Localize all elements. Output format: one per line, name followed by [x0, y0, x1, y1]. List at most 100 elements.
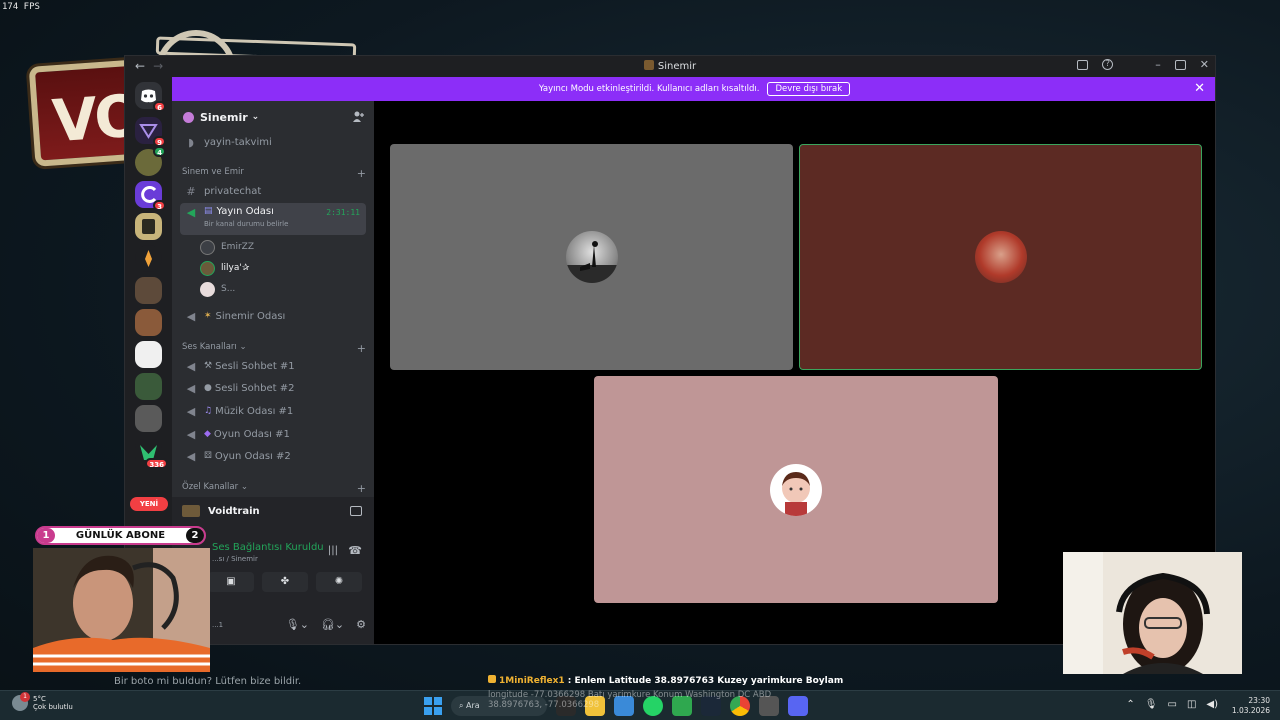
- minimize-button[interactable]: –: [1155, 58, 1161, 71]
- windows-start-icon[interactable]: [424, 697, 442, 715]
- participant-tile[interactable]: [390, 144, 793, 370]
- server-icon-8[interactable]: [135, 309, 162, 336]
- noise-suppression-icon[interactable]: |||: [328, 545, 338, 556]
- channel-status[interactable]: Bir kanal durumu belirle: [204, 220, 288, 228]
- voice-user[interactable]: lilya'✰: [200, 258, 249, 278]
- invite-people-icon[interactable]: [352, 110, 365, 123]
- user-name: S...: [221, 284, 236, 294]
- server-icon-12[interactable]: 336: [135, 439, 168, 469]
- voice-channel[interactable]: ◀︎ ⚒ Sesli Sohbet #1: [180, 356, 366, 376]
- server-icon-6[interactable]: [135, 245, 162, 272]
- new-unreads-pill[interactable]: YENİ: [130, 497, 168, 511]
- server-icon-3[interactable]: 4: [135, 146, 166, 176]
- voice-channel-path[interactable]: ...sı / Sinemir: [212, 555, 258, 563]
- server-icon-5[interactable]: [135, 213, 162, 240]
- party-icon: ✶: [204, 311, 212, 321]
- server-icon-4[interactable]: 3: [135, 181, 166, 211]
- temperature: 5°C: [33, 695, 46, 703]
- weather-widget[interactable]: 1 5°C Çok bulutlu: [12, 692, 73, 711]
- notification-badge: 3: [153, 200, 166, 211]
- game-icon: [182, 505, 200, 517]
- voice-channel[interactable]: ◀︎ ◆ Oyun Odası #1: [180, 424, 366, 444]
- bot-report-text: Bir boto mi buldun? Lütfen bize bildir.: [114, 676, 302, 687]
- channel-label: Yayın Odası: [216, 206, 274, 217]
- soundboard-button[interactable]: ✺: [316, 572, 362, 592]
- activity-game[interactable]: Voidtrain: [182, 505, 260, 517]
- system-tray: ⌃ 🎙︎ ▭ ◫ ◀︎): [1126, 699, 1218, 710]
- megaphone-icon: ◗: [188, 135, 194, 149]
- category-label: Özel Kanallar: [182, 482, 239, 492]
- server-icon-9[interactable]: [135, 341, 162, 368]
- goal-current: 1: [37, 528, 55, 543]
- close-icon[interactable]: ✕: [1194, 81, 1205, 96]
- speaker-icon: ◀︎: [186, 404, 196, 418]
- gear-icon[interactable]: ⚙: [356, 618, 366, 631]
- participant-tile-speaking[interactable]: [799, 144, 1202, 370]
- inbox-icon[interactable]: [1077, 59, 1089, 70]
- category-ozel-kanallar[interactable]: Özel Kanallar ⌄ +: [182, 482, 366, 495]
- server-icon-2[interactable]: 9: [135, 117, 166, 147]
- voice-channel-yayin-odasi[interactable]: ◀︎ ▤ Yayın Odası Bir kanal durumu belirl…: [180, 203, 366, 235]
- clock[interactable]: 23:30 1.03.2026: [1232, 696, 1270, 716]
- add-channel-icon[interactable]: +: [357, 167, 366, 180]
- channel-label: yayin-takvimi: [204, 136, 272, 148]
- avatar: [200, 239, 215, 255]
- channel-label: Sinemir Odası: [215, 310, 286, 322]
- server-icon: [643, 60, 654, 70]
- close-window-button[interactable]: ✕: [1200, 58, 1209, 71]
- display-icon[interactable]: ▭: [1168, 699, 1177, 710]
- server-icon-10[interactable]: [135, 373, 162, 400]
- notification-badge: 6: [153, 101, 166, 112]
- voice-user[interactable]: S...: [200, 279, 235, 299]
- volume-icon[interactable]: ◀︎): [1206, 699, 1218, 710]
- participant-tile[interactable]: [594, 376, 998, 603]
- disable-streamer-mode-button[interactable]: Devre dışı bırak: [767, 82, 851, 96]
- chevron-down-icon: ⌄: [240, 482, 248, 492]
- voice-action-buttons: ▣ ✤ ✺: [208, 572, 362, 592]
- add-channel-icon[interactable]: +: [357, 482, 366, 495]
- channel-yayin-takvimi[interactable]: ◗ yayin-takvimi: [180, 132, 366, 152]
- weather-badge: 1: [20, 692, 30, 702]
- discord-home-icon[interactable]: 6: [135, 82, 166, 112]
- microphone-icon[interactable]: 🎙︎⌄: [286, 618, 309, 631]
- user-name: lilya'✰: [221, 263, 250, 273]
- voice-channel[interactable]: ◀︎ ♫ Müzik Odası #1: [180, 401, 366, 421]
- microphone-icon[interactable]: 🎙︎: [1145, 699, 1158, 710]
- chevron-down-icon: ⌄: [239, 342, 247, 352]
- voice-channel-sinemir-odasi[interactable]: ◀︎ ✶ Sinemir Odası: [180, 306, 366, 326]
- speaker-icon: ◀︎: [186, 427, 196, 441]
- avatar: [770, 463, 822, 516]
- voice-channel[interactable]: ◀︎ ⚄ Oyun Odası #2: [180, 446, 366, 466]
- channel-privatechat[interactable]: # privatechat: [180, 181, 366, 201]
- game-name: Voidtrain: [208, 505, 260, 517]
- channel-label: Müzik Odası #1: [215, 405, 294, 417]
- headphones-icon[interactable]: 🎧︎⌄: [321, 618, 344, 631]
- category-ses-kanallari[interactable]: Ses Kanalları ⌄ +: [182, 342, 366, 355]
- chevron-up-icon[interactable]: ⌃: [1126, 699, 1134, 710]
- server-icon-11[interactable]: [135, 405, 162, 432]
- discord-taskbar-icon[interactable]: [788, 696, 808, 716]
- voice-channel[interactable]: ◀︎ ● Sesli Sohbet #2: [180, 378, 366, 398]
- camera-button[interactable]: ▣: [208, 572, 254, 592]
- search-icon: ⌕: [459, 701, 467, 710]
- disconnect-icon[interactable]: ☎: [348, 544, 362, 557]
- server-avatar-icon: [183, 111, 194, 123]
- maximize-button[interactable]: [1174, 59, 1186, 70]
- server-icon-7[interactable]: [135, 277, 162, 304]
- chat-message: : Enlem Latitude 38.8976763 Kuzey yarimk…: [564, 676, 844, 686]
- activities-button[interactable]: ✤: [262, 572, 308, 592]
- voice-connected-status[interactable]: Ses Bağlantısı Kuruldu: [212, 542, 324, 553]
- fps-counter: 174 FPS: [2, 2, 40, 12]
- screen-share-icon[interactable]: [350, 506, 362, 516]
- category-sinem-ve-emir[interactable]: Sinem ve Emir +: [182, 167, 366, 180]
- help-icon[interactable]: ?: [1102, 59, 1114, 70]
- add-channel-icon[interactable]: +: [357, 342, 366, 355]
- hammer-icon: ⚒: [204, 361, 213, 371]
- weather-condition: Çok bulutlu: [33, 703, 73, 711]
- window-controls: ? – ✕: [1077, 58, 1209, 71]
- network-icon[interactable]: ◫: [1187, 699, 1196, 710]
- avatar: [200, 260, 215, 276]
- voice-user[interactable]: EmirZZ: [200, 237, 254, 257]
- server-header[interactable]: Sinemir ⌄: [172, 101, 374, 133]
- daily-sub-goal: 1 GÜNLÜK ABONE 2: [35, 526, 206, 545]
